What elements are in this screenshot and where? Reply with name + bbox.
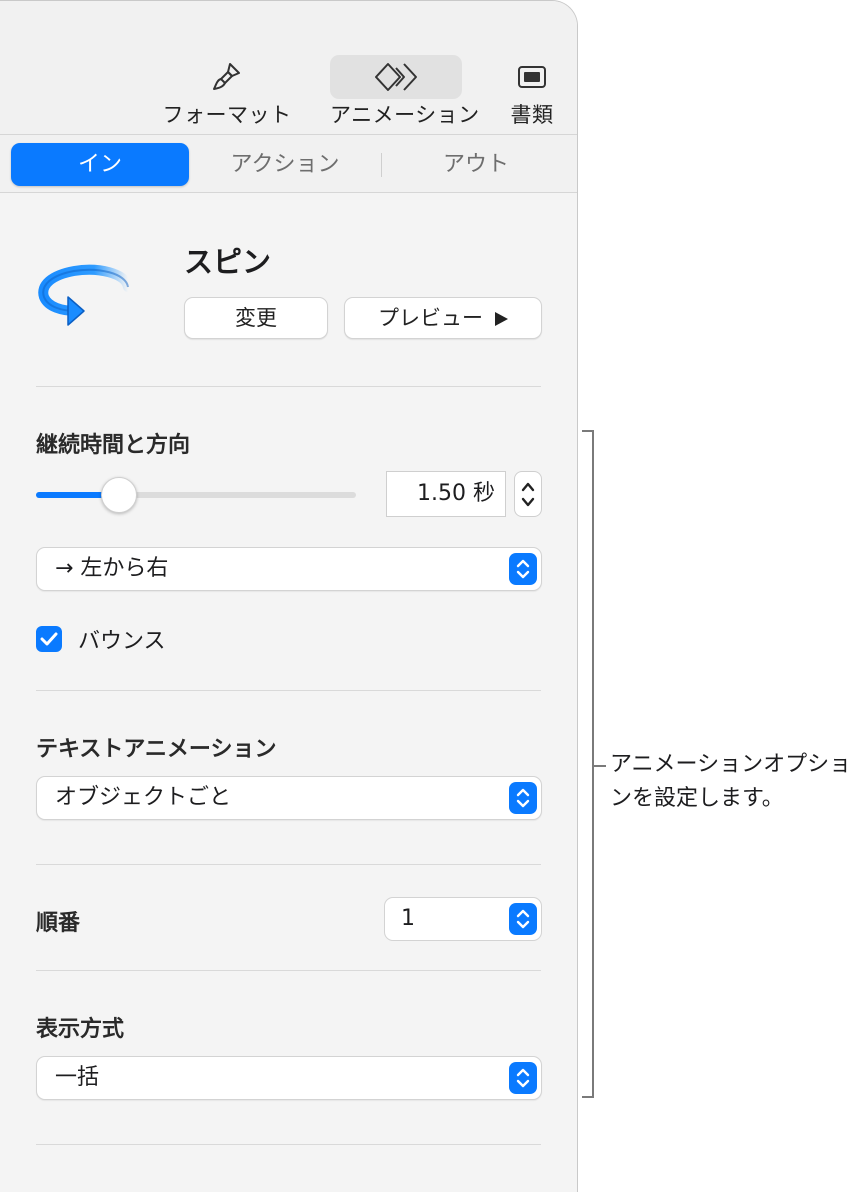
callout-bracket <box>582 430 594 1098</box>
toolbar-animation-label: アニメーション <box>330 103 480 127</box>
duration-value: 1.50 <box>417 481 466 506</box>
bounce-checkbox[interactable] <box>36 626 62 652</box>
divider <box>36 386 541 387</box>
toolbar-document-button[interactable]: 書類 <box>500 55 564 129</box>
order-label: 順番 <box>36 911 81 936</box>
duration-slider-knob[interactable] <box>101 477 138 513</box>
animation-inspector-panel: フォーマット アニメーション 書類 イン アクション アウト スピン 変更 プレ… <box>0 0 578 1192</box>
order-popup[interactable]: 1 <box>384 897 542 941</box>
duration-field[interactable]: 1.50 秒 <box>386 471 506 517</box>
duration-stepper[interactable] <box>514 471 542 517</box>
animation-diamonds-icon <box>330 55 462 97</box>
stepper-down-icon <box>521 497 535 507</box>
duration-direction-title: 継続時間と方向 <box>36 433 191 458</box>
tab-build-in[interactable]: イン <box>11 143 189 186</box>
tab-divider <box>381 153 382 177</box>
callout-leader-line <box>594 765 606 767</box>
tab-action[interactable]: アクション <box>191 143 379 186</box>
toolbar-format-button[interactable]: フォーマット <box>162 55 292 129</box>
inspector-toolbar: フォーマット アニメーション 書類 <box>0 1 577 135</box>
paintbrush-icon <box>162 55 292 97</box>
toolbar-format-label: フォーマット <box>162 103 292 127</box>
delivery-title: 表示方式 <box>36 1017 125 1042</box>
stepper-up-icon <box>521 482 535 492</box>
order-value: 1 <box>401 906 415 931</box>
build-tabs: イン アクション アウト <box>0 135 577 193</box>
text-animation-title: テキストアニメーション <box>36 737 277 762</box>
popup-arrows-icon <box>509 553 537 585</box>
callout-text: アニメーションオプションを設定します。 <box>610 752 852 811</box>
tab-build-out[interactable]: アウト <box>384 143 568 186</box>
popup-arrows-icon <box>509 1062 537 1094</box>
divider <box>36 864 541 865</box>
divider <box>36 690 541 691</box>
document-slide-icon <box>500 55 564 97</box>
preview-button[interactable]: プレビュー <box>344 297 542 339</box>
duration-slider-track[interactable] <box>36 492 356 498</box>
text-animation-value: オブジェクトごと <box>55 785 232 810</box>
bounce-label: バウンス <box>78 629 166 654</box>
change-button[interactable]: 変更 <box>184 297 328 339</box>
preview-button-label: プレビュー <box>378 306 483 330</box>
delivery-popup[interactable]: 一括 <box>36 1056 542 1100</box>
checkmark-icon <box>40 632 58 646</box>
spin-arrow-icon <box>38 259 138 329</box>
divider <box>36 1144 541 1145</box>
toolbar-animation-button[interactable]: アニメーション <box>330 55 480 129</box>
delivery-value: 一括 <box>55 1065 100 1090</box>
change-button-label: 変更 <box>235 306 277 330</box>
direction-popup[interactable]: → 左から右 <box>36 547 542 591</box>
popup-arrows-icon <box>509 782 537 814</box>
toolbar-document-label: 書類 <box>510 103 554 127</box>
effect-name: スピン <box>184 245 272 279</box>
popup-arrows-icon <box>509 903 537 935</box>
duration-unit: 秒 <box>472 481 495 506</box>
play-icon <box>495 312 508 326</box>
direction-value: → 左から右 <box>55 556 169 581</box>
text-animation-popup[interactable]: オブジェクトごと <box>36 776 542 820</box>
divider <box>36 970 541 971</box>
